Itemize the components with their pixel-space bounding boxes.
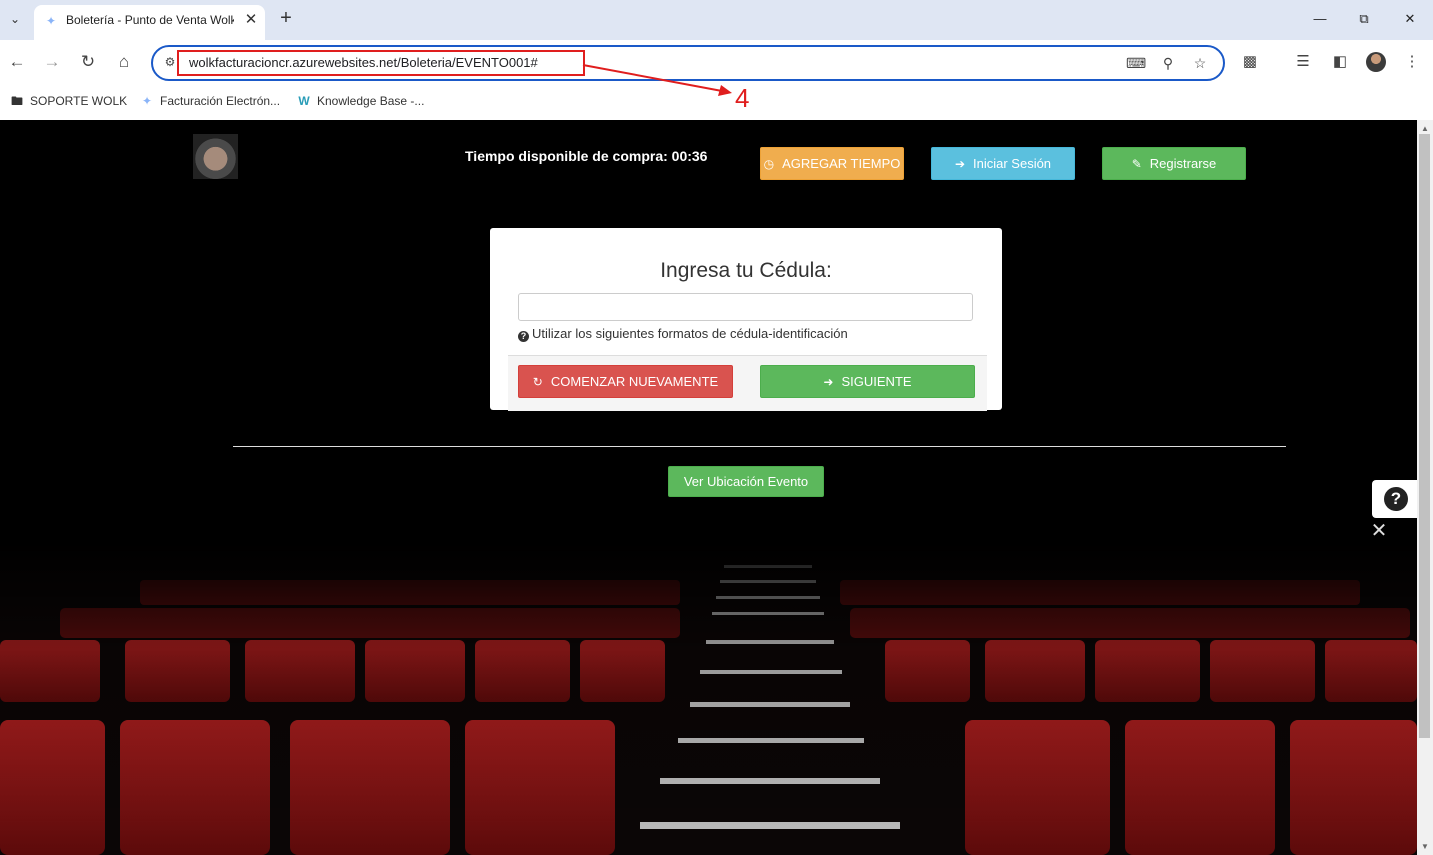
panel-footer: ↻ COMENZAR NUEVAMENTE ➜ SIGUIENTE	[508, 355, 987, 411]
reload-icon[interactable]: ↻	[76, 50, 100, 74]
bookmark-star-icon[interactable]: ☆	[1190, 53, 1210, 73]
bookmark-label: SOPORTE WOLK	[30, 94, 128, 108]
profile-avatar[interactable]	[1366, 52, 1386, 72]
help-text-label: Utilizar los siguientes formatos de cédu…	[532, 326, 848, 341]
zoom-icon[interactable]: ⚲	[1158, 53, 1178, 73]
restore-icon[interactable]: ⧉	[1352, 8, 1376, 30]
view-location-label: Ver Ubicación Evento	[683, 474, 809, 489]
annotation-number: 4	[735, 83, 750, 113]
browser-toolbar: ← → ↻ ⌂ ⚙ wolkfacturacioncr.azurewebsite…	[0, 40, 1433, 85]
help-widget-close-icon[interactable]: ✕	[1369, 521, 1389, 541]
translate-icon[interactable]: ⌨	[1126, 53, 1146, 73]
bookmark-knowledge-base[interactable]: W Knowledge Base -...	[295, 91, 424, 111]
restart-label: COMENZAR NUEVAMENTE	[550, 374, 719, 389]
bookmark-facturacion[interactable]: ✦ Facturación Electrón...	[138, 91, 280, 111]
register-button[interactable]: ✎ Registrarse	[1102, 147, 1246, 180]
page-content: Tiempo disponible de compra: 00:36 ◷ AGRE…	[0, 120, 1417, 855]
restart-button[interactable]: ↻ COMENZAR NUEVAMENTE	[518, 365, 733, 398]
bookmark-label: Knowledge Base -...	[317, 94, 425, 108]
bookmarks-bar: 🖿 SOPORTE WOLK ✦ Facturación Electrón... W…	[0, 85, 1433, 121]
help-widget[interactable]: ?	[1372, 480, 1417, 518]
view-location-button[interactable]: Ver Ubicación Evento	[668, 466, 824, 497]
cedula-input[interactable]	[518, 293, 973, 321]
tab-close-icon[interactable]: ✕	[241, 10, 261, 30]
new-tab-icon[interactable]: +	[276, 8, 296, 28]
event-logo[interactable]	[193, 134, 238, 179]
browser-tab[interactable]: ✦ Boletería - Punto de Venta Wolk ✕	[34, 5, 265, 40]
next-button[interactable]: ➜ SIGUIENTE	[760, 365, 975, 398]
tab-search-icon[interactable]: ⌄	[4, 8, 26, 30]
home-icon[interactable]: ⌂	[112, 50, 136, 74]
forward-icon[interactable]: →	[40, 50, 64, 74]
refresh-icon: ↻	[532, 374, 543, 389]
media-control-icon[interactable]: ☰	[1292, 51, 1314, 73]
cedula-panel: Ingresa tu Cédula: ? Utilizar los siguien…	[490, 228, 1002, 411]
panel-title: Ingresa tu Cédula:	[660, 259, 832, 282]
address-bar[interactable]: ⚙ wolkfacturacioncr.azurewebsites.net/Bo…	[151, 45, 1225, 81]
url-text[interactable]: wolkfacturacioncr.azurewebsites.net/Bole…	[189, 55, 538, 70]
scroll-up-icon[interactable]: ▲	[1421, 124, 1429, 133]
sign-in-icon: ➔	[954, 156, 965, 171]
register-label: Registrarse	[1149, 156, 1217, 171]
side-panel-icon[interactable]: ◧	[1329, 51, 1351, 73]
wolk-favicon: ✦	[46, 14, 57, 28]
scroll-down-icon[interactable]: ▼	[1421, 842, 1429, 851]
minimize-icon[interactable]: —	[1308, 8, 1332, 30]
edit-icon: ✎	[1131, 156, 1142, 171]
back-icon[interactable]: ←	[5, 50, 29, 74]
cedula-help-text: ? Utilizar los siguientes formatos de céd…	[518, 326, 848, 342]
login-label: Iniciar Sesión	[973, 156, 1052, 171]
tab-title: Boletería - Punto de Venta Wolk	[66, 13, 234, 27]
browser-tab-strip: ⌄ ✦ Boletería - Punto de Venta Wolk ✕ + …	[0, 0, 1433, 40]
url-highlight-box: wolkfacturacioncr.azurewebsites.net/Bole…	[177, 50, 585, 76]
extensions-icon[interactable]: ▩	[1239, 51, 1261, 73]
w-logo-icon: W	[298, 94, 310, 108]
menu-kebab-icon[interactable]: ⋮	[1401, 51, 1423, 73]
arrow-right-icon: ➜	[823, 374, 834, 389]
bookmark-soporte-wolk[interactable]: 🖿 SOPORTE WOLK	[8, 91, 127, 111]
add-time-label: AGREGAR TIEMPO	[782, 156, 901, 171]
theater-seats-background	[0, 540, 1417, 855]
wolk-favicon: ✦	[141, 94, 153, 108]
clock-icon: ◷	[763, 156, 775, 171]
purchase-timer: Tiempo disponible de compra: 00:36	[465, 148, 708, 164]
bookmark-label: Facturación Electrón...	[160, 94, 281, 108]
question-circle-icon: ?	[1384, 487, 1408, 511]
add-time-button[interactable]: ◷ AGREGAR TIEMPO	[760, 147, 904, 180]
scroll-thumb[interactable]	[1419, 134, 1430, 738]
section-divider	[233, 446, 1286, 447]
folder-icon: 🖿	[10, 94, 23, 108]
page-scrollbar[interactable]: ▲ ▼	[1417, 120, 1433, 855]
window-close-icon[interactable]: ✕	[1398, 8, 1422, 30]
question-circle-icon: ?	[518, 331, 529, 342]
next-label: SIGUIENTE	[841, 374, 912, 389]
login-button[interactable]: ➔ Iniciar Sesión	[931, 147, 1075, 180]
